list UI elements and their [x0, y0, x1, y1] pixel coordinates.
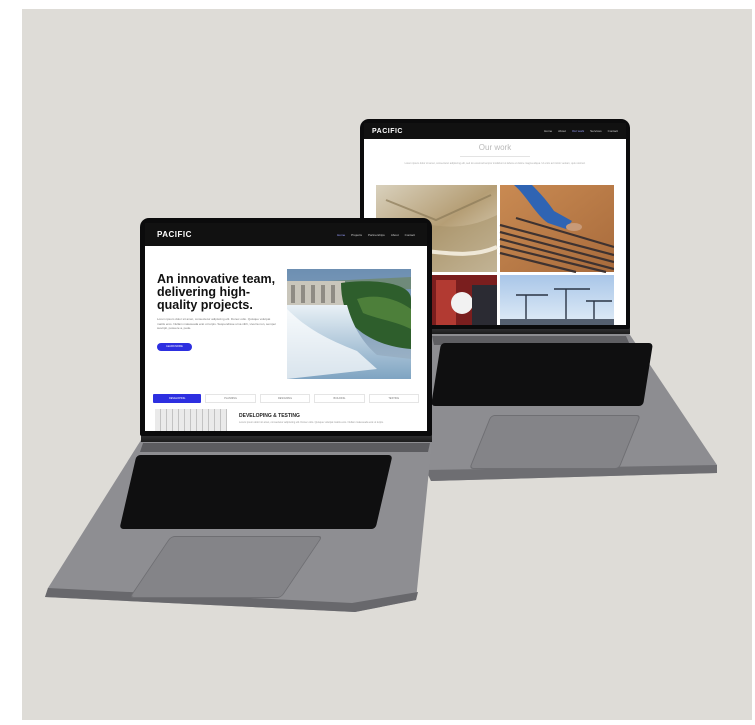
- tab-planning[interactable]: PLANNING: [205, 394, 256, 403]
- section-body: Lorem ipsum dolor sit amet, consectetur …: [239, 421, 384, 424]
- hero-body: Lorem ipsum dolor sit amet, consectetur …: [157, 317, 277, 330]
- front-laptop-keyboard: [119, 455, 393, 529]
- hero-dam-image: [287, 269, 411, 379]
- front-nav-links: Home Projects Partnerships About Contact: [337, 233, 415, 237]
- front-nav-about[interactable]: About: [391, 233, 399, 237]
- front-nav-partnerships[interactable]: Partnerships: [368, 233, 385, 237]
- tab-building[interactable]: BUILDING: [314, 394, 365, 403]
- tab-developing[interactable]: DEVELOPING: [153, 394, 202, 403]
- tab-designing[interactable]: DESIGNING: [259, 394, 311, 403]
- front-navbar: PACIFIC Home Projects Partnerships About…: [145, 223, 427, 246]
- front-laptop-screen: PACIFIC Home Projects Partnerships About…: [145, 223, 427, 431]
- front-logo[interactable]: PACIFIC: [157, 230, 192, 239]
- section-heading: DEVELOPING & TESTING: [239, 413, 300, 419]
- front-nav-home[interactable]: Home: [337, 233, 345, 237]
- tab-testing[interactable]: TESTING: [368, 394, 420, 403]
- hero-learn-more-button[interactable]: LEARN MORE: [157, 343, 192, 351]
- section-image: [155, 409, 227, 431]
- front-nav-contact[interactable]: Contact: [405, 233, 415, 237]
- front-nav-projects[interactable]: Projects: [351, 233, 362, 237]
- hero-heading: An innovative team, delivering high-qual…: [157, 272, 276, 312]
- front-tabs: DEVELOPING PLANNING DESIGNING BUILDING T…: [153, 394, 420, 403]
